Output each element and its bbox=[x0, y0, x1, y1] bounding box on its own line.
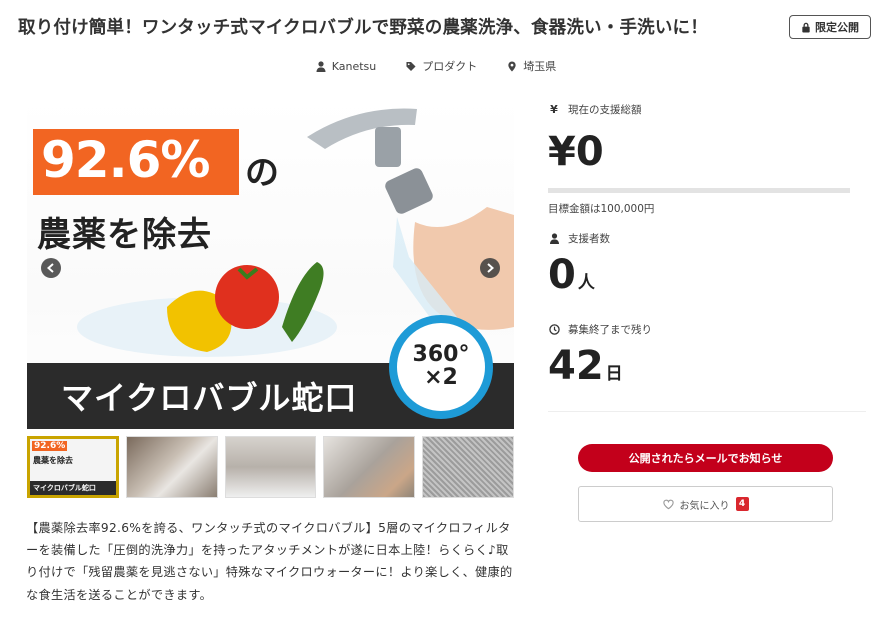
hero-subheadline: 農薬を除去 bbox=[37, 215, 212, 255]
rotation-badge-line1: 360° bbox=[412, 342, 470, 367]
limited-public-badge: 限定公開 bbox=[789, 15, 871, 39]
thumbnail-1[interactable]: 92.6% 農薬を除去 マイクロバブル蛇口 bbox=[27, 436, 119, 498]
funding-stats: ¥ 現在の支援総額 ¥0 目標金額は100,000円 支援者数 0 人 募集終了… bbox=[548, 100, 866, 396]
favorite-label: お気に入り bbox=[679, 500, 730, 512]
thumb-mini-pct: 92.6% bbox=[32, 441, 68, 451]
goal-amount: 目標金額は100,000円 bbox=[548, 203, 655, 215]
thumbnail-2[interactable] bbox=[125, 436, 218, 498]
remaining-label: 募集終了まで残り bbox=[568, 323, 652, 336]
user-icon bbox=[316, 60, 326, 72]
carousel-prev-button[interactable] bbox=[41, 258, 61, 278]
thumbnail-4[interactable] bbox=[323, 436, 416, 498]
supporters-label: 支援者数 bbox=[568, 232, 610, 245]
project-description: 【農薬除去率92.6%を誇る、ワンタッチ式のマイクロバブル】5層のマイクロフィル… bbox=[26, 521, 513, 602]
tag-icon bbox=[406, 61, 416, 71]
remaining-unit: 日 bbox=[605, 364, 623, 384]
meta-category[interactable]: プロダクト bbox=[406, 58, 477, 74]
favorite-count: 4 bbox=[735, 497, 749, 511]
funding-progress-bar bbox=[548, 188, 850, 193]
hero-banner-text: マイクロバブル蛇口 bbox=[61, 379, 358, 417]
stats-divider bbox=[548, 411, 866, 412]
heart-icon bbox=[662, 499, 674, 509]
clock-icon bbox=[548, 323, 560, 335]
carousel-next-button[interactable] bbox=[480, 258, 500, 278]
badge-label: 限定公開 bbox=[815, 21, 859, 34]
remaining-days: 42 bbox=[548, 343, 604, 389]
hero-particle: の bbox=[245, 153, 279, 193]
chevron-left-icon bbox=[46, 263, 54, 273]
thumb-mini-sub: 農薬を除去 bbox=[33, 456, 73, 465]
location-name: 埼玉県 bbox=[523, 60, 557, 73]
meta-author[interactable]: Kanetsu bbox=[316, 58, 377, 74]
thumbnail-3[interactable] bbox=[224, 436, 317, 498]
remaining-label-row: 募集終了まで残り bbox=[548, 320, 866, 338]
amount-label: 現在の支援総額 bbox=[568, 103, 642, 116]
meta-location[interactable]: 埼玉県 bbox=[507, 58, 556, 74]
hero-percentage: 92.6% bbox=[41, 131, 210, 189]
notify-on-publish-button[interactable]: 公開されたらメールでお知らせ bbox=[578, 444, 833, 472]
thumbnail-5[interactable] bbox=[422, 436, 514, 498]
map-pin-icon bbox=[508, 60, 516, 72]
amount-value: ¥0 bbox=[548, 129, 604, 175]
thumbnail-caption: マイクロバブル蛇口 bbox=[30, 481, 116, 495]
category-name: プロダクト bbox=[422, 60, 478, 73]
supporters-unit: 人 bbox=[577, 273, 595, 293]
project-meta: Kanetsu プロダクト 埼玉県 bbox=[0, 58, 872, 74]
page-title: 取り付け簡単！ワンタッチ式マイクロバブルで野菜の農薬洗浄、食器洗い・手洗いに！ bbox=[18, 18, 708, 38]
yen-icon: ¥ bbox=[550, 102, 558, 116]
vegetables-illustration bbox=[77, 262, 337, 357]
favorite-button[interactable]: お気に入り 4 bbox=[578, 486, 833, 522]
user-icon bbox=[549, 232, 559, 244]
supporters-label-row: 支援者数 bbox=[548, 229, 866, 247]
remaining-value-row: 42 日 bbox=[548, 344, 866, 396]
supporters-value-row: 0 人 bbox=[548, 253, 866, 305]
rotation-badge-line2: ×2 bbox=[424, 365, 458, 390]
author-name: Kanetsu bbox=[331, 59, 377, 73]
page-header: 取り付け簡単！ワンタッチ式マイクロバブルで野菜の農薬洗浄、食器洗い・手洗いに！ … bbox=[0, 0, 872, 56]
lock-icon bbox=[802, 22, 810, 33]
chevron-right-icon bbox=[487, 263, 495, 273]
thumbnail-strip: 92.6% 農薬を除去 マイクロバブル蛇口 bbox=[27, 436, 514, 498]
amount-label-row: ¥ 現在の支援総額 bbox=[548, 100, 866, 118]
rotation-badge: 360° ×2 bbox=[389, 315, 493, 419]
supporters-value: 0 bbox=[548, 252, 576, 298]
main-image-carousel[interactable]: 92.6% の 農薬を除去 マイクロバブル蛇口 360° ×2 bbox=[27, 97, 514, 430]
